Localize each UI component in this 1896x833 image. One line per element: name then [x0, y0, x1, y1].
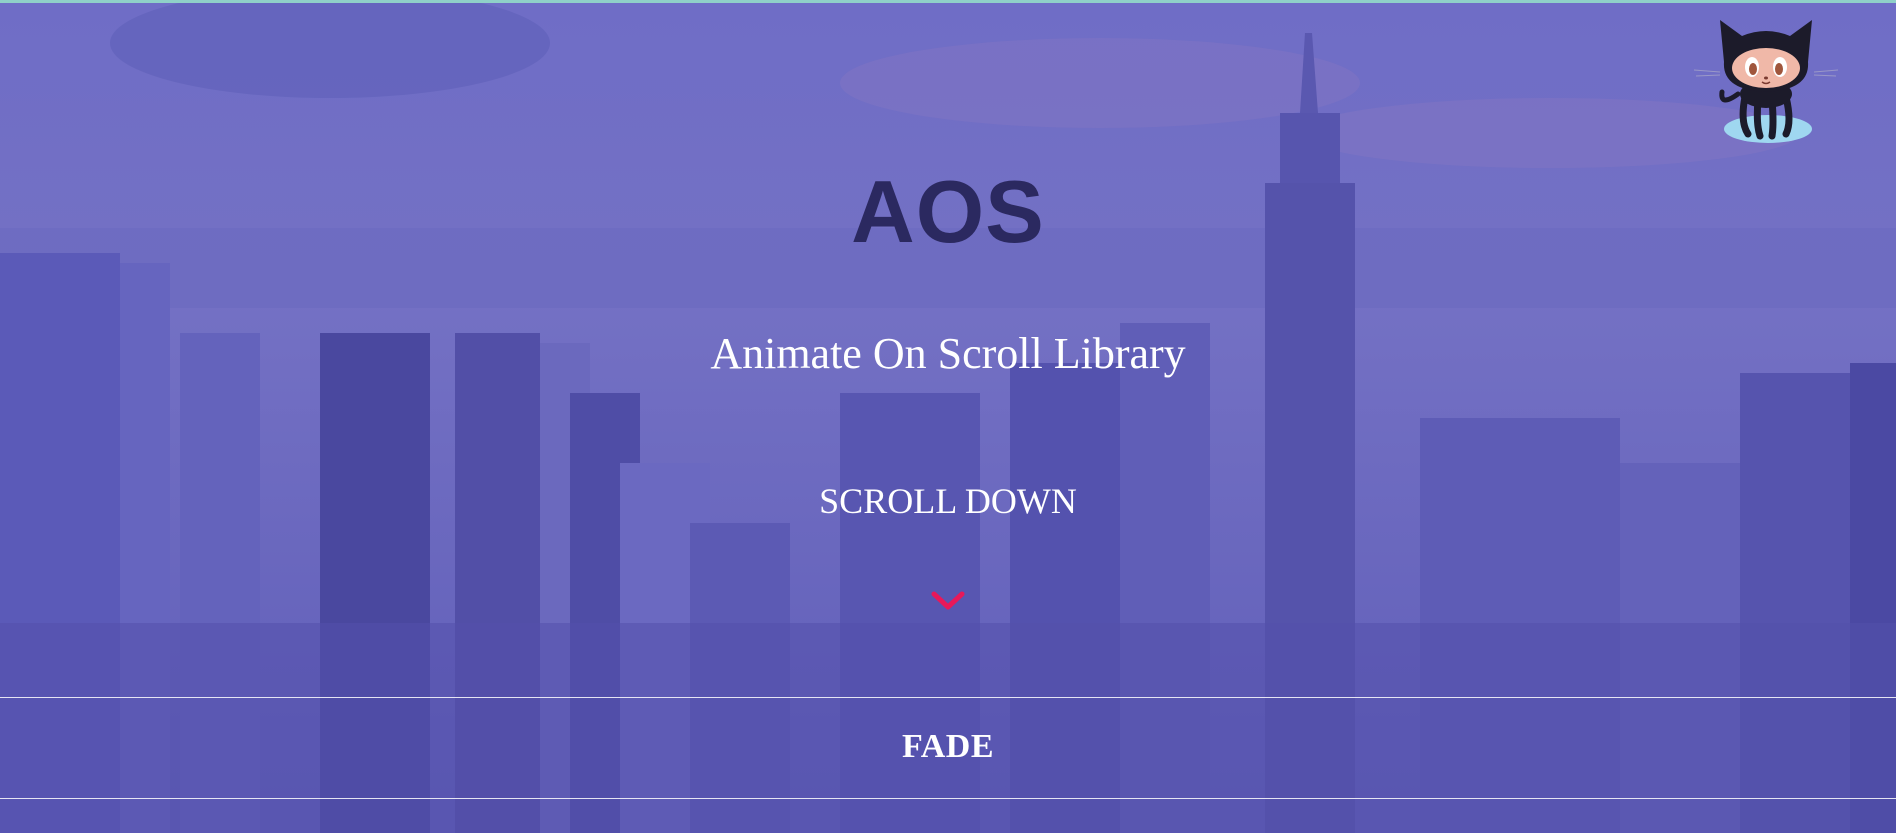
- section-heading-fade: FADE: [901, 728, 995, 765]
- page-subtitle: Animate On Scroll Library: [710, 329, 1186, 378]
- page-title: AOS: [851, 162, 1045, 261]
- octocat-icon[interactable]: [1690, 12, 1840, 147]
- top-accent-line: [0, 0, 1896, 3]
- scroll-down-hint: SCROLL DOWN: [819, 481, 1077, 521]
- chevron-down-icon[interactable]: [931, 590, 965, 612]
